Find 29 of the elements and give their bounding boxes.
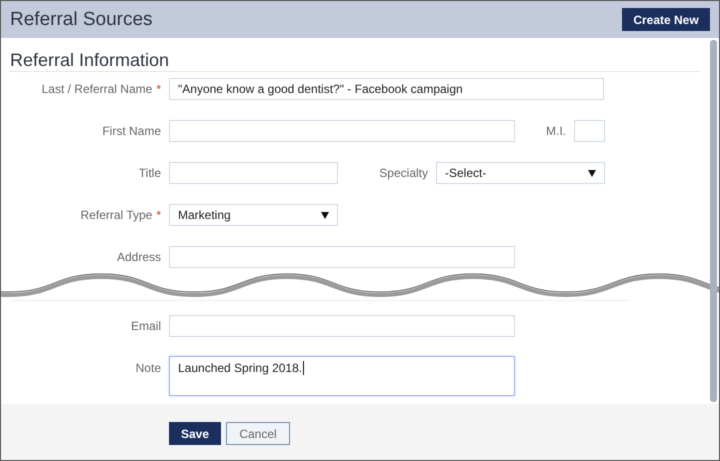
required-mark: * — [156, 82, 161, 96]
field-label: Last / Referral Name — [42, 82, 152, 96]
caret-icon — [588, 170, 596, 176]
input-field[interactable] — [169, 246, 515, 268]
field-label: Address — [116, 250, 161, 264]
caret-icon — [321, 212, 329, 218]
input-field[interactable] — [169, 120, 515, 142]
field-label: Title — [138, 166, 161, 180]
section-heading: Referral Information — [10, 49, 700, 72]
input-field[interactable]: "Anyone know a good dentist?" - Facebook campaign — [169, 78, 604, 100]
save-button[interactable]: Save — [169, 422, 221, 445]
specialty-dropdown[interactable]: -Select- — [436, 162, 605, 184]
referral-type-dropdown[interactable]: Marketing — [169, 204, 338, 226]
cancel-button[interactable]: Cancel — [226, 422, 290, 445]
field-label: Note — [136, 361, 161, 375]
note-field[interactable]: Launched Spring 2018. — [169, 356, 515, 396]
create-new-button[interactable]: Create New — [622, 8, 710, 31]
field-label: Email — [130, 319, 161, 333]
field-label: M.I. — [546, 124, 566, 138]
text-cursor — [303, 361, 304, 375]
field-label: Referral Type — [80, 208, 152, 222]
page-title: Referral Sources — [10, 8, 153, 30]
scrollbar[interactable] — [710, 40, 717, 402]
input-field[interactable] — [574, 120, 605, 142]
field-label: Specialty — [379, 166, 428, 180]
field-label: First Name — [102, 124, 161, 138]
required-mark: * — [156, 208, 161, 222]
input-field[interactable] — [169, 162, 338, 184]
input-field[interactable] — [169, 315, 515, 337]
